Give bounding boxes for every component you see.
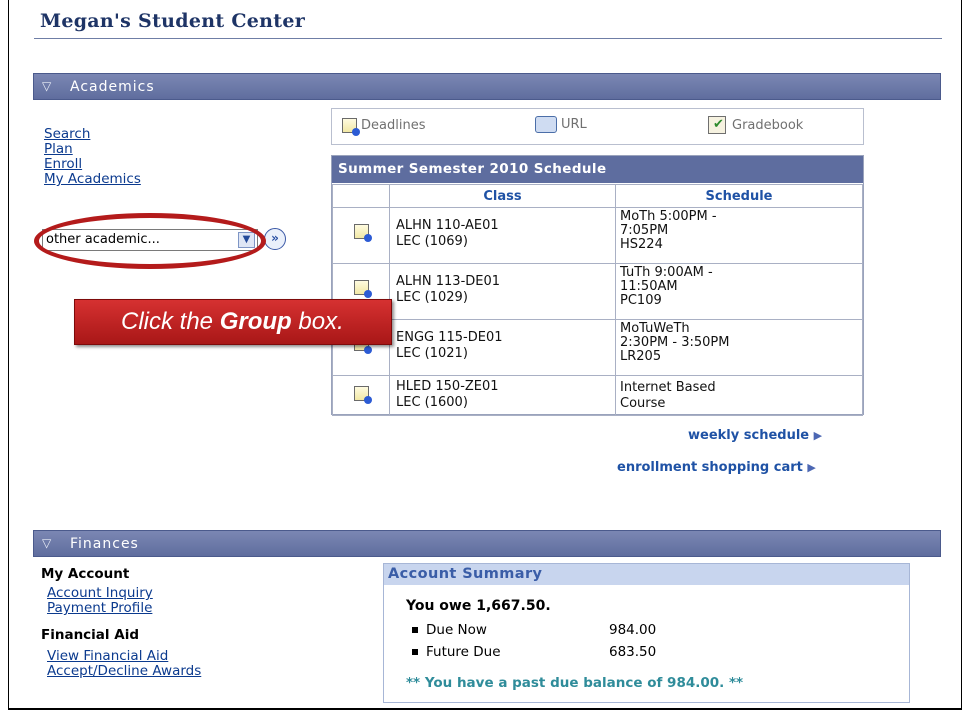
go-button[interactable]: » <box>264 228 286 250</box>
callout-suffix: box. <box>291 308 344 335</box>
play-arrow-icon: ▶ <box>807 461 816 474</box>
table-row: HLED 150-ZE01 LEC (1600) Internet Based Co… <box>332 375 863 416</box>
schedule-column-header: Schedule <box>615 184 863 208</box>
account-summary-header: Account Summary <box>384 564 909 585</box>
account-summary-title: Account Summary <box>388 566 543 582</box>
schedule-title: Summer Semester 2010 Schedule <box>338 161 607 177</box>
url-icon <box>535 116 557 133</box>
academics-section-header[interactable]: ▽ Academics <box>33 73 941 100</box>
schedule-room: LR205 <box>620 349 662 364</box>
enrollment-shopping-cart-label: enrollment shopping cart <box>617 460 803 475</box>
schedule-room: HS224 <box>620 237 663 252</box>
table-row: ALHN 113-DE01 LEC (1029) TuTh 9:00AM -11:… <box>332 263 863 320</box>
schedule-time: 11:50AM <box>620 279 678 294</box>
deadlines-tool[interactable]: Deadlines <box>342 118 426 136</box>
schedule-time: 2:30PM - 3:50PM <box>620 335 730 350</box>
callout-emphasis: Group <box>219 308 292 335</box>
calendar-icon <box>342 118 360 136</box>
view-financial-aid-link[interactable]: View Financial Aid <box>47 648 168 664</box>
bullet-icon <box>412 649 418 655</box>
due-now-value: 984.00 <box>609 622 657 638</box>
weekly-schedule-link[interactable]: weekly schedule ▶ <box>688 428 822 443</box>
my-academics-link[interactable]: My Academics <box>44 171 141 187</box>
schedule-table-container: Summer Semester 2010 Schedule Class Sche… <box>331 155 864 416</box>
bullet-icon <box>412 627 418 633</box>
page-title: Megan's Student Center <box>40 10 306 32</box>
schedule-days-time: MoTh 5:00PM - <box>620 209 717 224</box>
callout-prefix: Click the <box>121 308 220 335</box>
plan-link[interactable]: Plan <box>44 141 73 157</box>
play-arrow-icon: ▶ <box>813 429 823 442</box>
due-now-row: Due Now <box>412 622 487 638</box>
table-row: ENGG 115-DE01 LEC (1021) MoTuWeTh 2:30PM -… <box>332 319 863 376</box>
amount-owed: You owe 1,667.50. <box>406 598 551 614</box>
title-divider <box>34 38 942 39</box>
class-details-icon[interactable] <box>353 280 372 298</box>
enroll-link[interactable]: Enroll <box>44 156 82 172</box>
schedule-time: 7:05PM <box>620 223 669 238</box>
financial-aid-heading: Financial Aid <box>41 627 139 643</box>
schedule-days-time: Internet Based <box>620 380 716 395</box>
account-inquiry-link[interactable]: Account Inquiry <box>47 585 153 601</box>
class-details-icon[interactable] <box>353 386 372 404</box>
accept-decline-awards-link[interactable]: Accept/Decline Awards <box>47 663 201 679</box>
class-section: LEC (1029) <box>396 290 468 305</box>
academics-links: Search Plan Enroll My Academics <box>44 127 141 187</box>
url-tool[interactable]: URL <box>535 116 587 133</box>
class-section: LEC (1600) <box>396 395 468 410</box>
class-code: ALHN 113-DE01 <box>396 274 501 289</box>
url-label: URL <box>561 117 587 132</box>
future-due-value: 683.50 <box>609 644 657 660</box>
gradebook-tool[interactable]: Gradebook <box>708 116 803 134</box>
class-column-header: Class <box>389 184 616 208</box>
academics-tools-bar: Deadlines URL Gradebook <box>331 108 864 145</box>
class-details-icon[interactable] <box>353 224 372 242</box>
class-section: LEC (1069) <box>396 234 468 249</box>
collapse-triangle-icon[interactable]: ▽ <box>42 536 52 550</box>
gradebook-label: Gradebook <box>732 117 804 133</box>
schedule-table: Class Schedule ALHN 110-AE01 LEC (1069) M… <box>332 184 863 416</box>
future-due-row: Future Due <box>412 644 501 660</box>
finances-links: My Account Account Inquiry Payment Profi… <box>41 566 201 679</box>
search-link[interactable]: Search <box>44 126 90 142</box>
class-section: LEC (1021) <box>396 346 468 361</box>
payment-profile-link[interactable]: Payment Profile <box>47 600 152 616</box>
schedule-room: PC109 <box>620 293 662 308</box>
class-code: HLED 150-ZE01 <box>396 379 499 394</box>
academics-section-label: Academics <box>70 79 155 95</box>
due-now-label: Due Now <box>426 622 487 638</box>
schedule-header: Summer Semester 2010 Schedule <box>332 156 863 183</box>
future-due-label: Future Due <box>426 644 501 660</box>
collapse-triangle-icon[interactable]: ▽ <box>42 79 52 93</box>
enrollment-shopping-cart-link[interactable]: enrollment shopping cart ▶ <box>617 460 816 475</box>
icon-column-header <box>332 184 390 208</box>
weekly-schedule-label: weekly schedule <box>688 428 810 443</box>
tutorial-callout: Click the Group box. <box>74 299 392 345</box>
schedule-time: Course <box>620 396 666 411</box>
class-code: ALHN 110-AE01 <box>396 218 499 233</box>
gradebook-icon <box>708 116 726 134</box>
my-account-heading: My Account <box>41 566 130 582</box>
schedule-days-time: MoTuWeTh <box>620 321 690 336</box>
past-due-warning: ** You have a past due balance of 984.00… <box>406 675 744 691</box>
table-row: ALHN 110-AE01 LEC (1069) MoTh 5:00PM -7:0… <box>332 207 863 264</box>
account-summary-panel: Account Summary You owe 1,667.50. Due No… <box>383 563 910 703</box>
finances-section-header[interactable]: ▽ Finances <box>33 530 941 557</box>
deadlines-label: Deadlines <box>361 118 426 133</box>
schedule-days-time: TuTh 9:00AM - <box>620 265 713 280</box>
highlight-oval <box>34 213 266 269</box>
class-code: ENGG 115-DE01 <box>396 330 503 345</box>
finances-section-label: Finances <box>70 536 139 552</box>
